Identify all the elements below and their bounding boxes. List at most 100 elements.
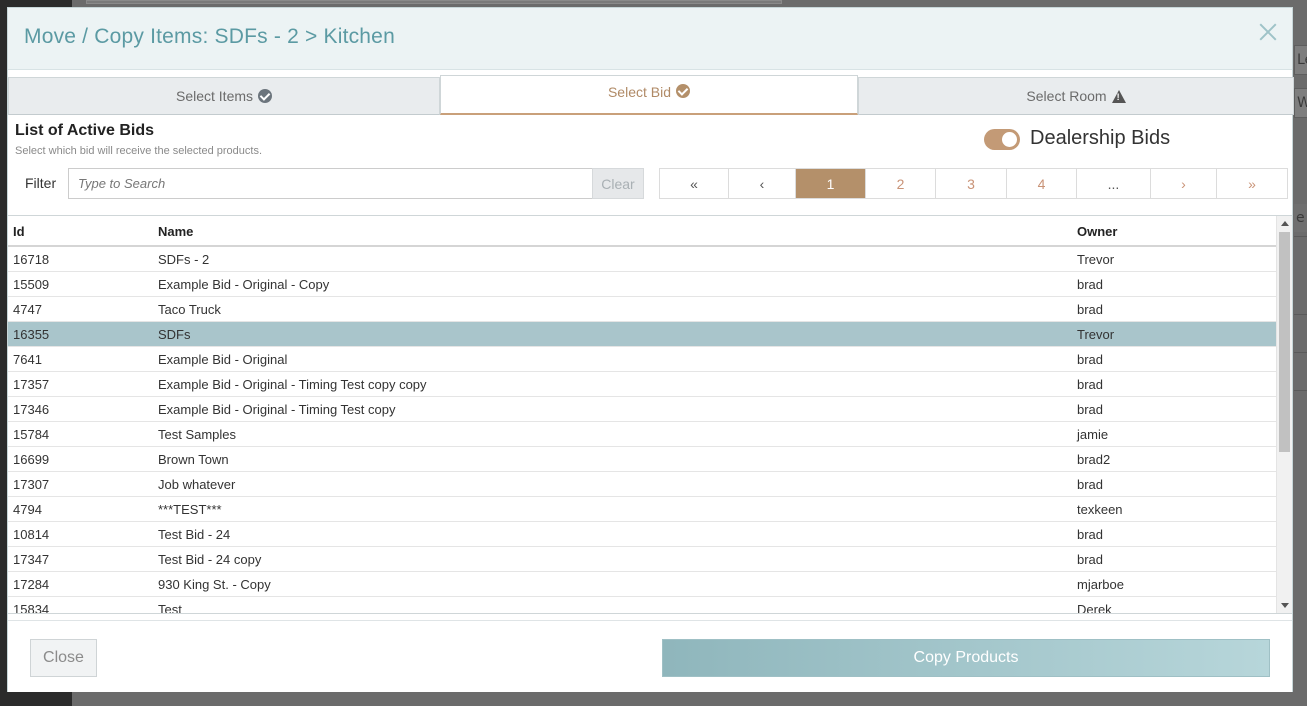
cell-name: Example Bid - Original - Copy	[158, 277, 330, 292]
table-row[interactable]: 16699 Brown Town brad2	[8, 447, 1276, 472]
background-button: Wo	[1294, 88, 1307, 118]
dealership-bids-label: Dealership Bids	[1030, 127, 1171, 149]
page-button-1[interactable]: 1	[796, 169, 866, 198]
page-first-button[interactable]: «	[660, 169, 729, 198]
background-divider	[1294, 314, 1307, 315]
column-header-id[interactable]: Id	[13, 224, 25, 239]
table-row[interactable]: 7641 Example Bid - Original brad	[8, 347, 1276, 372]
table-row[interactable]: 4747 Taco Truck brad	[8, 297, 1276, 322]
tab-select-items[interactable]: Select Items	[8, 77, 440, 115]
page-button-2[interactable]: 2	[866, 169, 936, 198]
cell-name: SDFs	[158, 327, 191, 342]
clear-filter-button[interactable]: Clear	[592, 168, 644, 199]
background-button: Le	[1294, 45, 1307, 75]
table-row[interactable]: 15509 Example Bid - Original - Copy brad	[8, 272, 1276, 297]
column-header-name[interactable]: Name	[158, 224, 193, 239]
cell-name: Test Bid - 24	[158, 527, 231, 542]
check-circle-icon	[258, 89, 273, 103]
cell-id: 17284	[13, 577, 50, 592]
table-row[interactable]: 10814 Test Bid - 24 brad	[8, 522, 1276, 547]
cell-name: ***TEST***	[158, 502, 222, 517]
table-row[interactable]: 16718 SDFs - 2 Trevor	[8, 247, 1276, 272]
cell-id: 16699	[13, 452, 50, 467]
page-next-button[interactable]: ›	[1151, 169, 1217, 198]
table-row[interactable]: 17284 930 King St. - Copy mjarboe	[8, 572, 1276, 597]
cell-owner: brad	[1077, 302, 1104, 317]
cell-name: Test Bid - 24 copy	[158, 552, 262, 567]
tab-label: Select Items	[175, 88, 254, 104]
table-row[interactable]: 17346 Example Bid - Original - Timing Tes…	[8, 397, 1276, 422]
cell-id: 15784	[13, 427, 50, 442]
filter-search-input[interactable]	[68, 168, 592, 199]
background-divider	[1294, 236, 1307, 237]
background-text: Le	[1297, 52, 1307, 68]
cell-owner: brad	[1077, 277, 1104, 292]
cell-name: 930 King St. - Copy	[158, 577, 271, 592]
page-prev-button[interactable]: ‹	[729, 169, 796, 198]
cell-id: 15509	[13, 277, 50, 292]
table-row[interactable]: 17357 Example Bid - Original - Timing Tes…	[8, 372, 1276, 397]
cell-name: Taco Truck	[158, 302, 221, 317]
table-scrollbar[interactable]	[1276, 216, 1292, 613]
tab-label: Select Bid	[607, 84, 672, 100]
cell-name: Example Bid - Original - Timing Test cop…	[158, 402, 396, 417]
pagination: « ‹ 1 2 3 4 ... › »	[659, 168, 1288, 199]
cell-owner: Trevor	[1077, 252, 1115, 267]
cell-name: Example Bid - Original	[158, 352, 288, 367]
wizard-tabs: Select Items Select Bid Select Room	[8, 75, 1294, 116]
cell-id: 7641	[13, 352, 42, 367]
filter-label: Filter	[25, 175, 57, 191]
table-row[interactable]: 15834 Test Derek	[8, 597, 1276, 614]
table-row[interactable]: 16355 SDFs Trevor	[8, 322, 1276, 347]
cell-owner: brad	[1077, 552, 1104, 567]
cell-name: Brown Town	[158, 452, 229, 467]
check-circle-icon	[676, 84, 691, 98]
scroll-up-arrow-icon[interactable]	[1281, 221, 1289, 226]
page-last-button[interactable]: »	[1217, 169, 1287, 198]
tab-select-room[interactable]: Select Room	[858, 77, 1294, 115]
table-row[interactable]: 17347 Test Bid - 24 copy brad	[8, 547, 1276, 572]
cell-owner: brad2	[1077, 452, 1111, 467]
scrollbar-thumb[interactable]	[1279, 232, 1290, 452]
tab-select-bid[interactable]: Select Bid	[440, 75, 858, 115]
background-divider	[1294, 352, 1307, 353]
section-title: List of Active Bids	[15, 122, 154, 139]
table-body: 16718 SDFs - 2 Trevor 15509 Example Bid - Or…	[8, 247, 1276, 614]
cell-name: Job whatever	[158, 477, 236, 492]
section-subtitle: Select which bid will receive the select…	[15, 145, 263, 157]
cell-owner: brad	[1077, 352, 1104, 367]
dealership-bids-toggle[interactable]	[984, 129, 1020, 150]
page-button-3[interactable]: 3	[936, 169, 1007, 198]
background-text: Wo	[1297, 95, 1307, 111]
cell-id: 17357	[13, 377, 50, 392]
column-header-owner[interactable]: Owner	[1077, 224, 1117, 239]
cell-id: 4794	[13, 502, 42, 517]
cell-id: 15834	[13, 602, 50, 614]
cell-id: 4747	[13, 302, 42, 317]
table-row[interactable]: 15784 Test Samples jamie	[8, 422, 1276, 447]
modal-footer: Close Copy Products	[8, 620, 1292, 692]
cell-id: 17307	[13, 477, 50, 492]
background-divider	[1294, 390, 1307, 391]
cell-name: Example Bid - Original - Timing Test cop…	[158, 377, 427, 392]
cell-id: 10814	[13, 527, 50, 542]
close-button[interactable]: Close	[30, 639, 97, 677]
cell-owner: texkeen	[1077, 502, 1123, 517]
warning-icon	[1111, 89, 1126, 103]
cell-owner: jamie	[1077, 427, 1109, 442]
move-copy-modal: Move / Copy Items: SDFs - 2 > Kitchen Se…	[7, 7, 1294, 692]
close-icon[interactable]	[1258, 22, 1278, 42]
background-input	[86, 0, 782, 4]
cell-id: 17347	[13, 552, 50, 567]
cell-owner: brad	[1077, 527, 1104, 542]
modal-title: Move / Copy Items: SDFs - 2 > Kitchen	[24, 25, 395, 48]
background-text: e	[1296, 210, 1305, 226]
table-row[interactable]: 4794 ***TEST*** texkeen	[8, 497, 1276, 522]
cell-id: 16718	[13, 252, 50, 267]
cell-owner: Derek	[1077, 602, 1112, 614]
table-row[interactable]: 17307 Job whatever brad	[8, 472, 1276, 497]
copy-products-button[interactable]: Copy Products	[662, 639, 1270, 677]
cell-owner: mjarboe	[1077, 577, 1124, 592]
page-button-4[interactable]: 4	[1007, 169, 1077, 198]
scroll-down-arrow-icon[interactable]	[1281, 603, 1289, 608]
